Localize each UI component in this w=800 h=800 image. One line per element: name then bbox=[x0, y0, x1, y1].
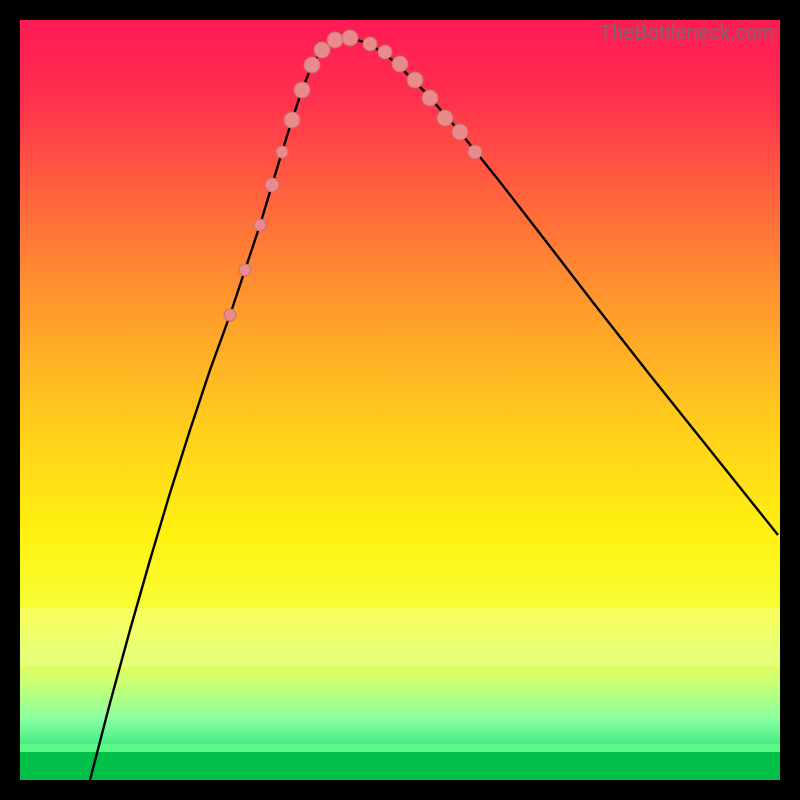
curve-marker bbox=[468, 145, 482, 159]
chart-frame: TheBottleneck.com bbox=[20, 20, 780, 780]
curve-marker bbox=[224, 309, 236, 321]
curve-marker bbox=[239, 264, 251, 276]
green-band bbox=[20, 748, 780, 780]
curve-marker bbox=[378, 45, 392, 59]
curve-marker bbox=[392, 56, 408, 72]
curve-marker bbox=[304, 57, 320, 73]
curve-marker bbox=[452, 124, 468, 140]
curve-marker bbox=[265, 178, 279, 192]
curve-marker bbox=[284, 112, 300, 128]
curve-marker bbox=[437, 110, 453, 126]
curve-marker bbox=[327, 32, 343, 48]
curve-marker bbox=[407, 72, 423, 88]
bottleneck-plot bbox=[20, 20, 780, 780]
curve-marker bbox=[342, 30, 358, 46]
curve-marker bbox=[314, 42, 330, 58]
curve-marker bbox=[294, 82, 310, 98]
curve-marker bbox=[363, 37, 377, 51]
curve-marker bbox=[254, 219, 266, 231]
curve-marker bbox=[276, 146, 288, 158]
curve-marker bbox=[422, 90, 438, 106]
watermark-text: TheBottleneck.com bbox=[599, 22, 774, 45]
green-band-highlight bbox=[20, 744, 780, 752]
